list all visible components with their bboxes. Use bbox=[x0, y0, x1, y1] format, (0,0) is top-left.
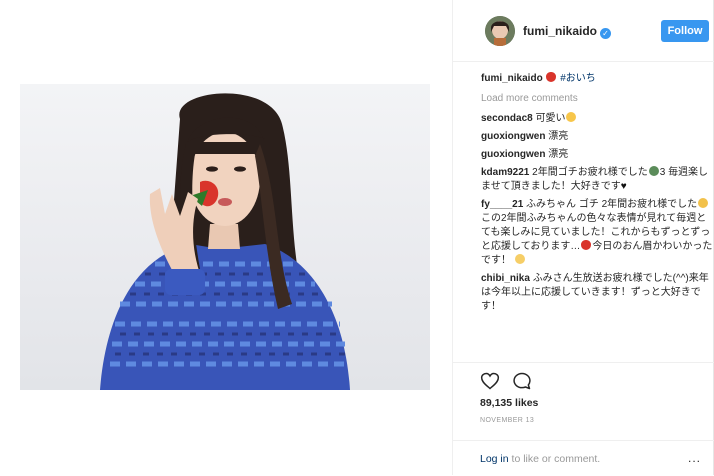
strawberry-icon bbox=[546, 72, 557, 82]
comment-item: fy____21 ふみちゃん ゴチ 2年間お疲れ様でしたこの2年間ふみちゃんの色… bbox=[481, 198, 713, 268]
comment-username[interactable]: chibi_nika bbox=[481, 273, 530, 284]
heart-eyes-icon bbox=[566, 112, 577, 122]
login-row: Log in to like or comment. ... bbox=[452, 440, 714, 476]
black-heart-icon: ♥ bbox=[620, 181, 627, 192]
comment-username[interactable]: guoxiongwen bbox=[481, 149, 545, 160]
comment-text: 可愛い bbox=[535, 113, 566, 124]
comment-item: secondac8 可愛い bbox=[481, 112, 713, 126]
caption-username[interactable]: fumi_nikaido bbox=[481, 73, 543, 84]
comment-username[interactable]: secondac8 bbox=[481, 113, 533, 124]
avatar-image bbox=[485, 16, 515, 46]
verified-icon: ✓ bbox=[600, 28, 612, 39]
avatar[interactable] bbox=[485, 16, 515, 46]
comment-username[interactable]: kdam9221 bbox=[481, 167, 529, 178]
comment-text: 2年間ゴチお疲れ様でした bbox=[532, 167, 648, 178]
more-options-icon[interactable]: ... bbox=[688, 451, 701, 465]
login-prompt: Log in to like or comment. bbox=[480, 453, 600, 465]
post-username[interactable]: fumi_nikaido ✓ bbox=[523, 24, 612, 39]
comment-icon[interactable] bbox=[512, 371, 532, 391]
sweat-smile-icon bbox=[514, 254, 525, 264]
post-header: fumi_nikaido ✓ Follow bbox=[453, 0, 714, 62]
comment-text: 漂亮 bbox=[548, 149, 569, 160]
follow-button[interactable]: Follow bbox=[661, 20, 709, 42]
comment-username[interactable]: fy____21 bbox=[481, 199, 523, 210]
comment-item: chibi_nika ふみさん生放送お疲れ様でした(^^)来年は今年以上に応援し… bbox=[481, 272, 713, 314]
comments-list: fumi_nikaido #おいち Load more comments sec… bbox=[481, 66, 713, 318]
comment-text: 漂亮 bbox=[548, 131, 569, 142]
media-pane bbox=[0, 0, 452, 475]
comment-username[interactable]: guoxiongwen bbox=[481, 131, 545, 142]
comment-item: guoxiongwen 漂亮 bbox=[481, 130, 713, 144]
load-more-comments-link[interactable]: Load more comments bbox=[481, 92, 713, 106]
post-photo[interactable] bbox=[20, 84, 430, 390]
login-link[interactable]: Log in bbox=[480, 453, 509, 465]
comment-text-number: 3 bbox=[659, 167, 666, 178]
post-actions: 89,135 likes NOVEMBER 13 Log in to like … bbox=[452, 362, 714, 475]
photo-illustration bbox=[100, 93, 350, 390]
caption-hashtag[interactable]: #おいち bbox=[560, 73, 596, 84]
mountain-icon bbox=[648, 166, 659, 176]
username-text[interactable]: fumi_nikaido bbox=[523, 24, 597, 38]
post-date: NOVEMBER 13 bbox=[480, 417, 535, 424]
heart-icon[interactable] bbox=[480, 371, 500, 391]
login-prompt-text: to like or comment. bbox=[511, 453, 601, 465]
strawberry-icon bbox=[581, 240, 592, 250]
likes-count[interactable]: 89,135 likes bbox=[480, 397, 538, 409]
comment-item: guoxiongwen 漂亮 bbox=[481, 148, 713, 162]
caption: fumi_nikaido #おいち bbox=[481, 72, 713, 86]
comment-item: kdam9221 2年間ゴチお疲れ様でした 3 毎週楽しませて頂きました！大好きで… bbox=[481, 166, 713, 194]
comment-text: ふみちゃん ゴチ 2年間お疲れ様でした bbox=[526, 199, 698, 210]
smile-icon bbox=[698, 198, 709, 208]
